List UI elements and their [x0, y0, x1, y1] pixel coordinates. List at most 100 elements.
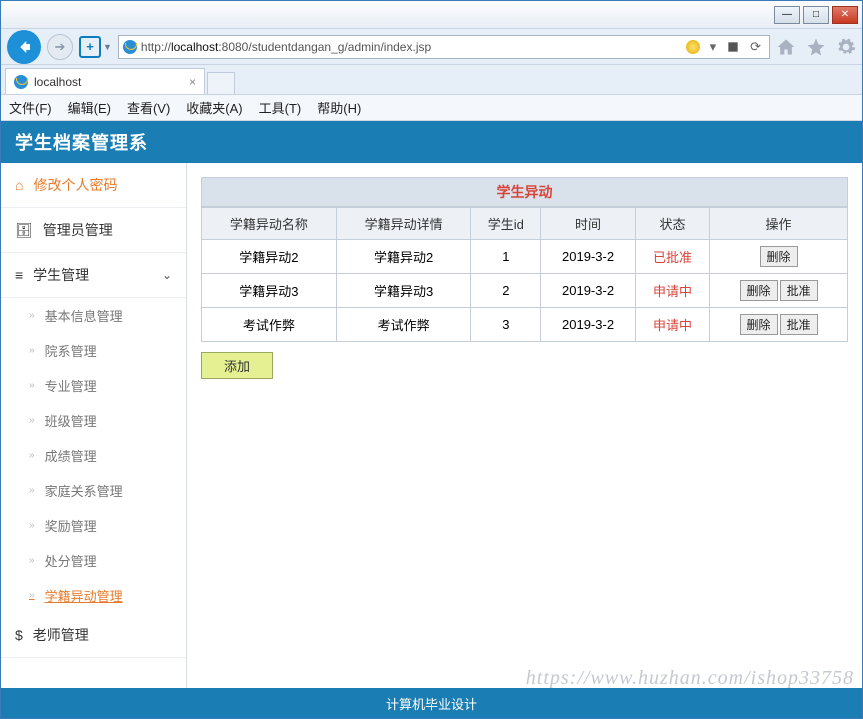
- refresh-icon[interactable]: ⟳: [750, 39, 761, 55]
- angle-right-icon: »: [29, 345, 35, 356]
- delete-button[interactable]: 删除: [760, 246, 798, 267]
- sidebar-sub-item[interactable]: »班级管理: [1, 403, 186, 438]
- menu-help[interactable]: 帮助(H): [317, 98, 361, 117]
- sidebar-item-teacher[interactable]: $ 老师管理: [1, 613, 186, 658]
- app-body: ⌂ 修改个人密码 🗄 管理员管理 ≡ 学生管理 ⌄ »基本信息管理»院系管理»专…: [1, 163, 862, 690]
- settings-gear-icon[interactable]: [836, 37, 856, 57]
- add-button[interactable]: 添加: [201, 352, 273, 379]
- favorites-star-icon[interactable]: [806, 37, 826, 57]
- nav-forward-button[interactable]: ➔: [47, 34, 73, 60]
- delete-button[interactable]: 删除: [740, 314, 778, 335]
- sidebar-item-label: 修改个人密码: [33, 175, 117, 195]
- sidebar-item-password[interactable]: ⌂ 修改个人密码: [1, 163, 186, 208]
- table-cell: 学籍异动3: [336, 274, 471, 308]
- status-cell: 申请中: [635, 308, 709, 342]
- home-icon[interactable]: [776, 37, 796, 57]
- url-scheme: http://: [141, 40, 171, 54]
- table-row: 学籍异动2学籍异动212019-3-2已批准删除: [202, 240, 848, 274]
- status-cell: 已批准: [635, 240, 709, 274]
- sidebar-sub-label: 奖励管理: [45, 516, 97, 535]
- table-header-cell: 时间: [541, 208, 636, 240]
- menu-edit[interactable]: 编辑(E): [68, 98, 111, 117]
- list-icon: ≡: [15, 267, 23, 283]
- window-close-button[interactable]: ✕: [832, 6, 858, 24]
- tab-close-icon[interactable]: ×: [189, 75, 196, 89]
- status-text: 申请中: [653, 318, 692, 333]
- ie-favicon-icon: [123, 40, 137, 54]
- sidebar-sub-item[interactable]: » 院系管理: [1, 333, 186, 368]
- browser-menubar: 文件(F) 编辑(E) 查看(V) 收藏夹(A) 工具(T) 帮助(H): [1, 95, 862, 121]
- window-titlebar: — □ ✕: [1, 1, 862, 29]
- window-minimize-button[interactable]: —: [774, 6, 800, 24]
- nav-back-button[interactable]: [7, 30, 41, 64]
- app-title: 学生档案管理系: [15, 129, 148, 155]
- status-text: 已批准: [653, 250, 692, 265]
- table-cell: 2019-3-2: [541, 240, 636, 274]
- table-cell: 学籍异动3: [202, 274, 337, 308]
- sidebar-sub-label: 院系管理: [45, 341, 97, 360]
- url-path: :8080/studentdangan_g/admin/index.jsp: [218, 40, 431, 54]
- stop-icon[interactable]: [726, 40, 740, 54]
- ops-cell: 删除批准: [710, 274, 848, 308]
- tab-favicon-icon: [14, 75, 28, 89]
- table-header-cell: 学籍异动详情: [336, 208, 471, 240]
- table-cell: 2019-3-2: [541, 274, 636, 308]
- ops-cell: 删除批准: [710, 308, 848, 342]
- sidebar-item-label: 老师管理: [33, 625, 89, 645]
- angle-right-icon: »: [29, 520, 35, 531]
- sidebar-item-admin[interactable]: 🗄 管理员管理: [1, 208, 186, 253]
- angle-right-icon: »: [29, 310, 35, 321]
- sidebar-sub-item[interactable]: » 基本信息管理: [1, 298, 186, 333]
- tab-title: localhost: [34, 75, 81, 89]
- sidebar-sub-label: 专业管理: [45, 376, 97, 395]
- sidebar-item-label: 学生管理: [33, 265, 89, 285]
- briefcase-icon: 🗄: [15, 222, 33, 239]
- sidebar-item-student[interactable]: ≡ 学生管理 ⌄: [1, 253, 186, 298]
- compat-view-icon[interactable]: [686, 40, 700, 54]
- angle-right-icon: »: [29, 555, 35, 566]
- status-cell: 申请中: [635, 274, 709, 308]
- table-header-cell: 学生id: [471, 208, 541, 240]
- sidebar-sub-item[interactable]: »学籍异动管理: [1, 578, 186, 613]
- menu-view[interactable]: 查看(V): [127, 98, 170, 117]
- sidebar-sub-label: 成绩管理: [45, 446, 97, 465]
- address-bar[interactable]: http://localhost:8080/studentdangan_g/ad…: [118, 35, 770, 59]
- security-shield-icon[interactable]: +: [79, 36, 101, 58]
- sidebar-item-label: 管理员管理: [43, 220, 113, 240]
- menu-favorites[interactable]: 收藏夹(A): [186, 98, 242, 117]
- sidebar-submenu: »基本信息管理»院系管理»专业管理»班级管理»成绩管理»家庭关系管理»奖励管理»…: [1, 298, 186, 613]
- sidebar-sub-item[interactable]: »成绩管理: [1, 438, 186, 473]
- footer-text: 计算机毕业设计: [386, 694, 477, 713]
- sidebar-sub-label: 处分管理: [45, 551, 97, 570]
- sidebar: ⌂ 修改个人密码 🗄 管理员管理 ≡ 学生管理 ⌄ »基本信息管理»院系管理»专…: [1, 163, 187, 690]
- table-cell: 2: [471, 274, 541, 308]
- sidebar-sub-item[interactable]: » 处分管理: [1, 543, 186, 578]
- table-header-cell: 操作: [710, 208, 848, 240]
- approve-button[interactable]: 批准: [780, 280, 818, 301]
- status-text: 申请中: [653, 284, 692, 299]
- ops-cell: 删除: [710, 240, 848, 274]
- new-tab-button[interactable]: [207, 72, 235, 94]
- address-dropdown-icon[interactable]: ▾: [710, 39, 717, 55]
- sidebar-sub-item[interactable]: »专业管理: [1, 368, 186, 403]
- approve-button[interactable]: 批准: [780, 314, 818, 335]
- browser-nav-bar: ➔ + ▼ http://localhost:8080/studentdanga…: [1, 29, 862, 65]
- chevron-down-icon: ⌄: [162, 268, 172, 282]
- table-cell: 学籍异动2: [202, 240, 337, 274]
- window-maximize-button[interactable]: □: [803, 6, 829, 24]
- menu-tools[interactable]: 工具(T): [259, 98, 302, 117]
- address-url: http://localhost:8080/studentdangan_g/ad…: [141, 40, 678, 54]
- shield-dropdown-icon[interactable]: ▼: [103, 42, 112, 52]
- data-table: 学籍异动名称学籍异动详情学生id时间状态操作 学籍异动2学籍异动212019-3…: [201, 207, 848, 342]
- menu-file[interactable]: 文件(F): [9, 98, 52, 117]
- table-cell: 2019-3-2: [541, 308, 636, 342]
- sidebar-sub-label: 基本信息管理: [45, 306, 123, 325]
- browser-tabs: localhost ×: [1, 65, 862, 95]
- browser-tab[interactable]: localhost ×: [5, 68, 205, 94]
- sidebar-sub-label: 家庭关系管理: [45, 481, 123, 500]
- delete-button[interactable]: 删除: [740, 280, 778, 301]
- address-tools: ▾ ⟳: [682, 39, 765, 55]
- sidebar-sub-item[interactable]: »家庭关系管理: [1, 473, 186, 508]
- app-header: 学生档案管理系: [1, 121, 862, 163]
- sidebar-sub-item[interactable]: » 奖励管理: [1, 508, 186, 543]
